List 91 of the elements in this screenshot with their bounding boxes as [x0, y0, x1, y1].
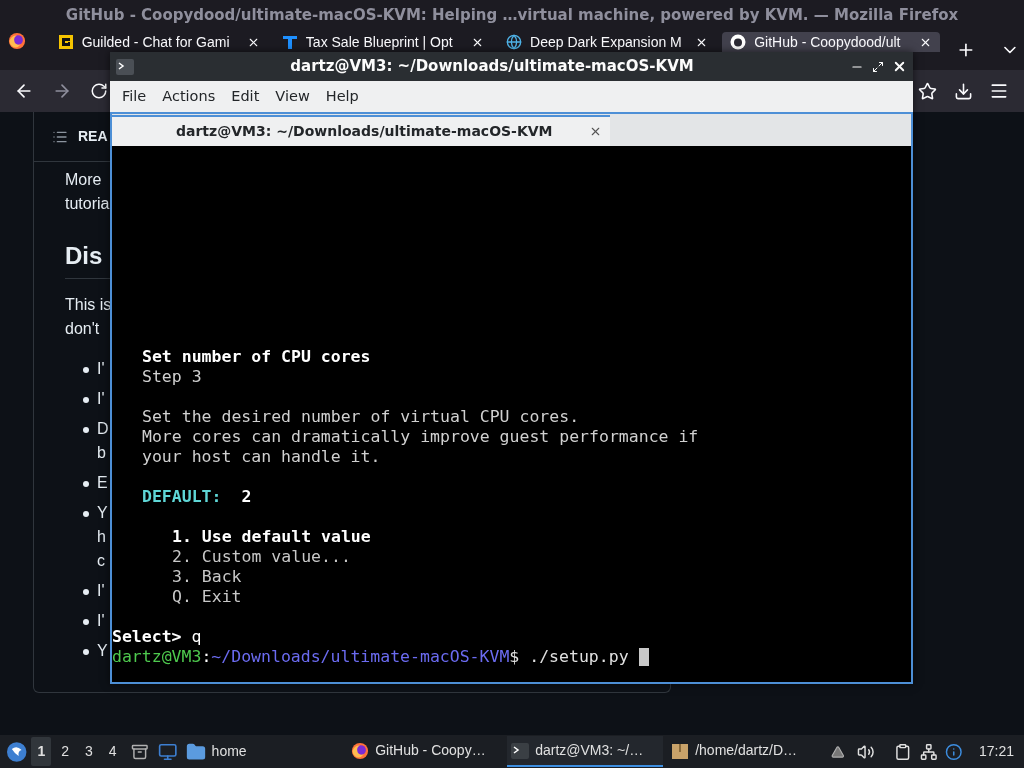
menu-item[interactable]: Edit — [225, 85, 266, 108]
window-title: GitHub - Coopydood/ultimate-macOS-KVM: Helping …virtual machine, powered by KVM. — Mozilla Firefox — [65, 4, 959, 26]
list-item-text: c — [97, 551, 106, 571]
step-heading: Set number of CPU cores — [142, 347, 372, 367]
folder-icon — [185, 741, 206, 762]
bullet-icon — [83, 427, 89, 433]
tee-icon — [281, 34, 298, 50]
download-icon[interactable] — [954, 81, 973, 101]
terminal-icon — [511, 742, 530, 759]
list-item-text: I' — [97, 581, 105, 601]
bullet-icon — [83, 481, 89, 487]
menu-option: 3. Back — [142, 567, 911, 587]
taskbar-task[interactable]: GitHub - Coopy… — [347, 736, 504, 767]
select-prompt: Select> — [112, 627, 182, 647]
list-item-text: b — [97, 443, 107, 463]
menu-option: 2. Custom value... — [142, 547, 911, 567]
prompt-command: $ ./setup.py — [509, 647, 629, 667]
terminal-tab[interactable]: dartz@VM3: ~/Downloads/ultimate-macOS-KVM — [112, 115, 610, 146]
package-icon — [671, 741, 690, 760]
bullet-icon — [83, 511, 89, 517]
prompt-separator: : — [201, 647, 212, 667]
desktop-icon[interactable] — [158, 741, 178, 762]
firefox-icon — [351, 741, 370, 760]
bullet-icon — [83, 367, 89, 373]
reload-icon[interactable] — [90, 82, 108, 100]
tab-title: Tax Sale Blueprint | Opt — [305, 34, 454, 50]
list-item-text: I' — [97, 359, 105, 379]
list-item-text: Y — [97, 503, 108, 523]
network-icon[interactable] — [919, 742, 938, 761]
menu-item[interactable]: Actions — [156, 85, 222, 108]
start-menu-icon[interactable] — [6, 740, 28, 763]
menu-item[interactable]: Help — [319, 85, 365, 108]
tab-title: Guilded - Chat for Gami — [81, 34, 231, 50]
list-item-text: I' — [97, 611, 105, 631]
paragraph-text: This is — [65, 295, 113, 315]
step-label: Step 3 — [142, 367, 203, 387]
text-cursor — [638, 648, 649, 666]
default-label: DEFAULT: — [142, 487, 222, 507]
tab-title: GitHub - Coopydood/ult — [754, 34, 902, 50]
drawer-icon[interactable] — [130, 742, 149, 761]
list-item-text: D — [97, 419, 109, 439]
browser-tab[interactable]: Tax Sale Blueprint | Opt — [273, 32, 493, 52]
tray-expand-icon[interactable] — [831, 744, 845, 759]
paragraph-text: don't — [65, 319, 101, 339]
bullet-icon — [83, 649, 89, 655]
paragraph-text: tutoria — [65, 194, 111, 214]
menu-option: 1. Use default value — [142, 527, 911, 547]
bookmark-star-icon[interactable] — [918, 81, 937, 101]
menu-option: Q. Exit — [142, 587, 911, 607]
browser-tab[interactable]: GitHub - Coopydood/ult — [722, 32, 941, 52]
maximize-icon[interactable] — [872, 60, 884, 73]
browser-tab[interactable]: Guilded - Chat for Gami — [49, 32, 268, 52]
workspace-tab[interactable]: 3 — [79, 737, 99, 766]
volume-icon[interactable] — [856, 742, 875, 761]
workspace-tab[interactable]: 1 — [31, 737, 52, 766]
paragraph-text: More — [65, 170, 103, 190]
menu-icon[interactable] — [989, 81, 1009, 101]
browser-logo-icon — [7, 32, 26, 50]
description-line: Set the desired number of virtual CPU cores. — [142, 407, 581, 427]
globe-icon — [506, 34, 523, 50]
list-item-text: I' — [97, 389, 105, 409]
menu-item[interactable]: View — [269, 85, 316, 108]
menu-item[interactable]: File — [116, 85, 153, 108]
taskbar-task[interactable]: dartz@VM3: ~/… — [507, 736, 664, 767]
notification-icon[interactable] — [945, 742, 963, 761]
prompt-user: dartz@VM3 — [112, 647, 202, 667]
terminal-title: dartz@VM3: ~/Downloads/ultimate-macOS-KVM — [289, 56, 695, 78]
clock: 17:21 — [978, 742, 1014, 761]
list-item-text: h — [97, 527, 107, 547]
browser-tab[interactable]: Deep Dark Expansion M — [498, 32, 717, 52]
default-value: 2 — [241, 487, 252, 507]
terminal-icon — [116, 58, 134, 75]
taskbar-task[interactable]: /home/dartz/D… — [667, 736, 824, 767]
bullet-icon — [83, 619, 89, 625]
workspace-tab[interactable]: 2 — [55, 737, 75, 766]
list-item-text: E — [97, 473, 108, 493]
close-tab-icon[interactable] — [589, 125, 602, 138]
tab-title: Deep Dark Expansion M — [530, 34, 683, 50]
home-launcher[interactable]: home — [185, 741, 247, 762]
readme-title: REA — [78, 127, 108, 146]
close-icon[interactable] — [892, 59, 907, 74]
typed-answer: q — [191, 627, 202, 647]
clipboard-icon[interactable] — [894, 742, 912, 761]
workspace-tab[interactable]: 4 — [102, 737, 123, 766]
list-item-text: Y — [97, 641, 108, 661]
description-line: your host can handle it. — [142, 447, 382, 467]
bullet-icon — [83, 589, 89, 595]
section-heading: Dis — [65, 242, 103, 269]
prompt-path: ~/Downloads/ultimate-macOS-KVM — [211, 647, 510, 667]
description-line: More cores can dramatically improve guest performance if — [142, 427, 700, 447]
bullet-icon — [83, 397, 89, 403]
